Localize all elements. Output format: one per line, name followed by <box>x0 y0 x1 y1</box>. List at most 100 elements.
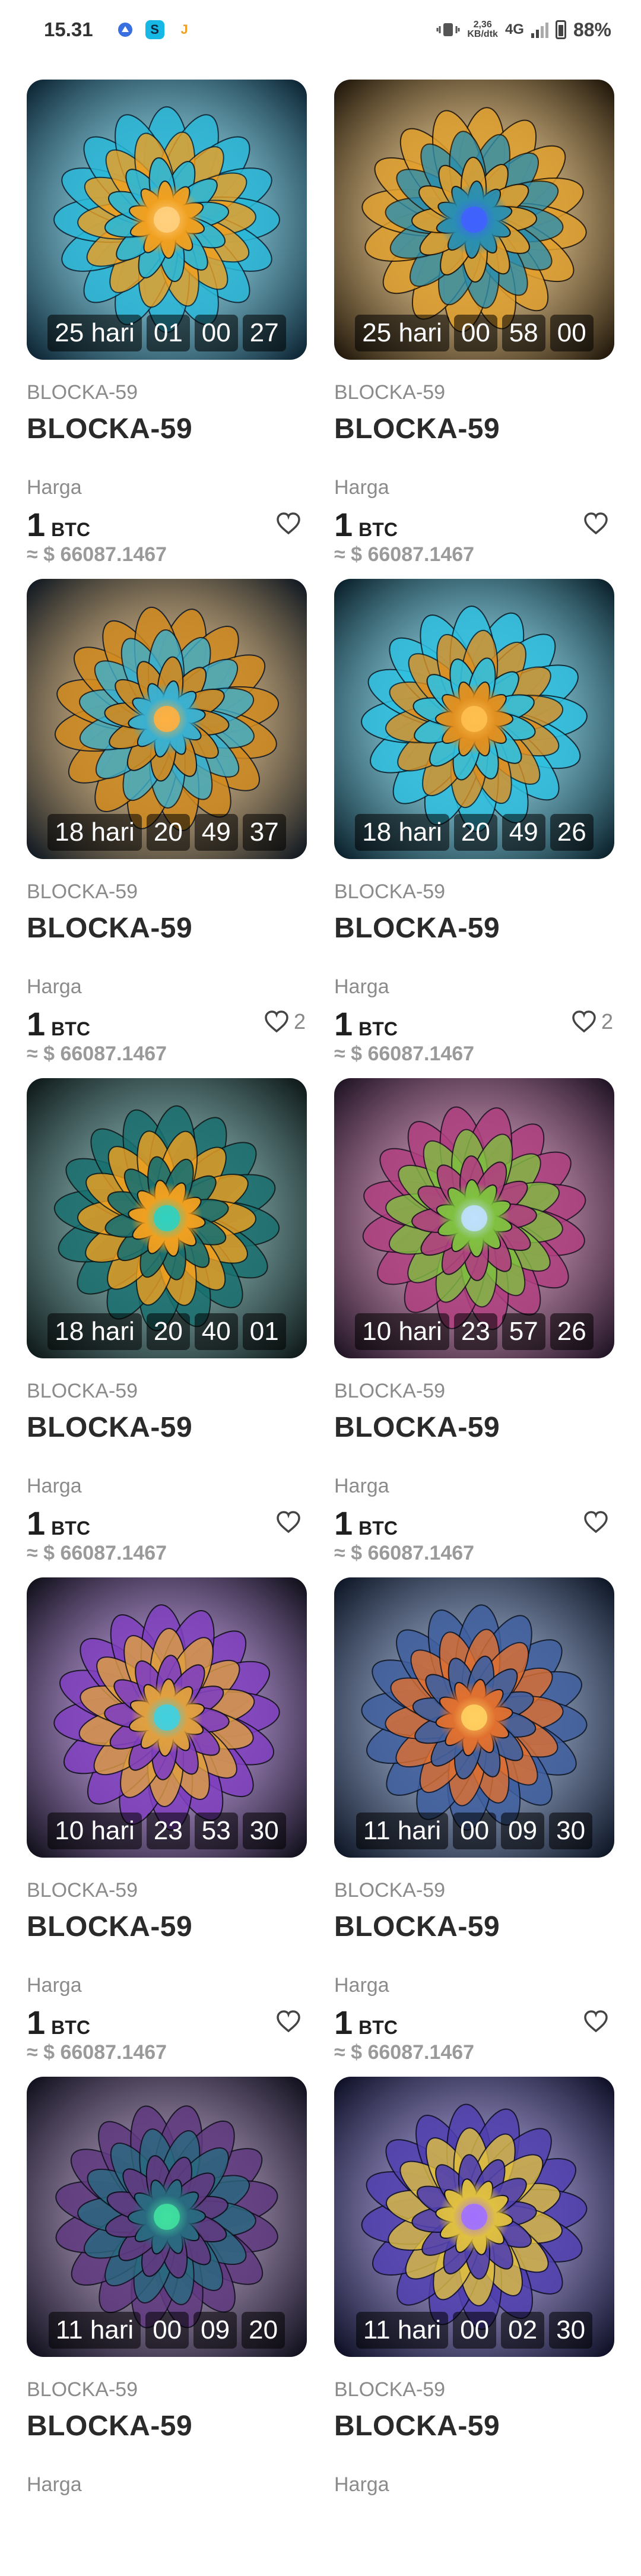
battery-level: 88% <box>573 18 611 40</box>
timer-days: 18 hari <box>47 1313 142 1350</box>
price-currency: BTC <box>51 2017 90 2038</box>
price-label: Harga <box>334 975 389 998</box>
nft-card[interactable]: 11 hari 00 02 30 BLOCKA-59 BLOCKA-59 Harga <box>334 2077 614 2576</box>
nft-card[interactable]: 25 hari 00 58 00 BLOCKA-59 BLOCKA-59 Harga 1 BTC… <box>334 80 614 579</box>
nft-grid: 25 hari 01 00 27 BLOCKA-59 BLOCKA-59 Harga 1 BTC… <box>27 80 614 2576</box>
countdown-timer: 25 hari 01 00 27 <box>27 315 307 351</box>
nft-name: BLOCKA-59 <box>27 1412 193 1443</box>
price: 1 BTC <box>334 2004 398 2041</box>
timer-days: 18 hari <box>355 814 449 851</box>
price: 1 BTC <box>27 508 90 541</box>
price-currency: BTC <box>358 519 398 540</box>
timer-days: 11 hari <box>356 1813 449 1849</box>
like-button[interactable] <box>583 512 613 535</box>
nft-name: BLOCKA-59 <box>334 1412 500 1443</box>
battery-icon <box>555 20 566 39</box>
nft-name: BLOCKA-59 <box>27 413 193 445</box>
collection-name: BLOCKA-59 <box>334 1380 446 1402</box>
nft-thumbnail[interactable]: 18 hari 20 40 01 <box>27 1078 307 1358</box>
price-label: Harga <box>27 2473 82 2496</box>
nft-name: BLOCKA-59 <box>334 912 500 944</box>
collection-name: BLOCKA-59 <box>27 880 138 903</box>
price: 1 BTC <box>334 506 398 543</box>
nft-thumbnail[interactable]: 18 hari 20 49 26 <box>334 579 614 859</box>
timer-minutes: 09 <box>193 2312 237 2349</box>
timer-hours: 00 <box>453 315 497 351</box>
usd-price: ≈ $ 66087.1467 <box>27 1043 167 1065</box>
timer-seconds: 27 <box>242 315 286 351</box>
price: 1 BTC <box>334 1504 398 1542</box>
s-app-icon: S <box>145 20 164 39</box>
heart-icon <box>584 1511 608 1533</box>
nft-card[interactable]: 10 hari 23 57 26 BLOCKA-59 BLOCKA-59 Harga 1 BTC… <box>334 1078 614 1577</box>
heart-icon <box>584 512 608 535</box>
timer-hours: 20 <box>146 814 190 851</box>
nft-name: BLOCKA-59 <box>334 413 500 445</box>
like-button[interactable] <box>276 512 306 535</box>
timer-minutes: 00 <box>194 315 238 351</box>
timer-minutes: 53 <box>194 1813 238 1849</box>
timer-seconds: 26 <box>550 814 594 851</box>
nft-card[interactable]: 18 hari 20 49 37 BLOCKA-59 BLOCKA-59 Harga 1 BTC… <box>27 579 307 1078</box>
timer-minutes: 58 <box>502 315 545 351</box>
usd-price: ≈ $ 66087.1467 <box>334 543 475 566</box>
price-label: Harga <box>27 476 82 499</box>
timer-minutes: 57 <box>502 1313 545 1350</box>
heart-icon <box>572 1010 596 1033</box>
like-button[interactable] <box>276 2010 306 2033</box>
like-button[interactable] <box>583 2010 613 2033</box>
timer-days: 11 hari <box>48 2312 141 2349</box>
nft-thumbnail[interactable]: 25 hari 00 58 00 <box>334 80 614 360</box>
collection-name: BLOCKA-59 <box>27 1380 138 1402</box>
status-time: 15.31 <box>44 18 93 40</box>
countdown-timer: 11 hari 00 09 30 <box>334 1813 614 1849</box>
nft-card[interactable]: 25 hari 01 00 27 BLOCKA-59 BLOCKA-59 Harga 1 BTC… <box>27 80 307 579</box>
vibrate-icon <box>436 23 460 36</box>
timer-seconds: 20 <box>242 2312 285 2349</box>
timer-hours: 23 <box>453 1313 497 1350</box>
like-button[interactable] <box>276 1511 306 1533</box>
like-button[interactable] <box>583 1511 613 1533</box>
timer-days: 18 hari <box>47 814 142 851</box>
nft-thumbnail[interactable]: 11 hari 00 09 20 <box>27 2077 307 2357</box>
countdown-timer: 25 hari 00 58 00 <box>334 315 614 351</box>
timer-minutes: 49 <box>194 814 238 851</box>
price-currency: BTC <box>358 2017 398 2038</box>
price: 1 BTC <box>27 1507 90 1540</box>
timer-hours: 00 <box>453 2312 497 2349</box>
usd-price: ≈ $ 66087.1467 <box>334 1043 475 1065</box>
timer-hours: 23 <box>146 1813 190 1849</box>
nft-card[interactable]: 11 hari 00 09 20 BLOCKA-59 BLOCKA-59 Harga <box>27 2077 307 2576</box>
usd-price: ≈ $ 66087.1467 <box>27 1542 167 1564</box>
price-amount: 1 <box>334 1504 353 1542</box>
price-currency: BTC <box>51 1517 90 1539</box>
timer-seconds: 30 <box>549 1813 593 1849</box>
collection-name: BLOCKA-59 <box>334 2378 446 2401</box>
nft-card[interactable]: 18 hari 20 49 26 BLOCKA-59 BLOCKA-59 Harga 1 BTC… <box>334 579 614 1078</box>
timer-hours: 00 <box>145 2312 189 2349</box>
timer-minutes: 40 <box>194 1313 238 1350</box>
nft-card[interactable]: 11 hari 00 09 30 BLOCKA-59 BLOCKA-59 Harga 1 BTC… <box>334 1577 614 2077</box>
like-button[interactable]: 2 <box>572 1009 613 1034</box>
price-amount: 1 <box>334 506 353 543</box>
nft-card[interactable]: 10 hari 23 53 30 BLOCKA-59 BLOCKA-59 Harga 1 BTC… <box>27 1577 307 2077</box>
price-amount: 1 <box>334 2004 353 2041</box>
nft-thumbnail[interactable]: 18 hari 20 49 37 <box>27 579 307 859</box>
price-currency: BTC <box>51 519 90 540</box>
price-label: Harga <box>334 476 389 499</box>
price-label: Harga <box>334 1974 389 1997</box>
nft-thumbnail[interactable]: 10 hari 23 57 26 <box>334 1078 614 1358</box>
collection-name: BLOCKA-59 <box>334 1879 446 1902</box>
nft-thumbnail[interactable]: 10 hari 23 53 30 <box>27 1577 307 1858</box>
timer-hours: 00 <box>453 1813 497 1849</box>
nft-card[interactable]: 18 hari 20 40 01 BLOCKA-59 BLOCKA-59 Harga 1 BTC… <box>27 1078 307 1577</box>
nft-thumbnail[interactable]: 25 hari 01 00 27 <box>27 80 307 360</box>
price-amount: 1 <box>27 2004 46 2041</box>
nft-thumbnail[interactable]: 11 hari 00 09 30 <box>334 1577 614 1858</box>
timer-minutes: 49 <box>502 814 545 851</box>
like-button[interactable]: 2 <box>264 1009 306 1034</box>
nft-name: BLOCKA-59 <box>27 2410 193 2442</box>
heart-icon <box>277 512 300 535</box>
timer-seconds: 30 <box>242 1813 286 1849</box>
nft-thumbnail[interactable]: 11 hari 00 02 30 <box>334 2077 614 2357</box>
